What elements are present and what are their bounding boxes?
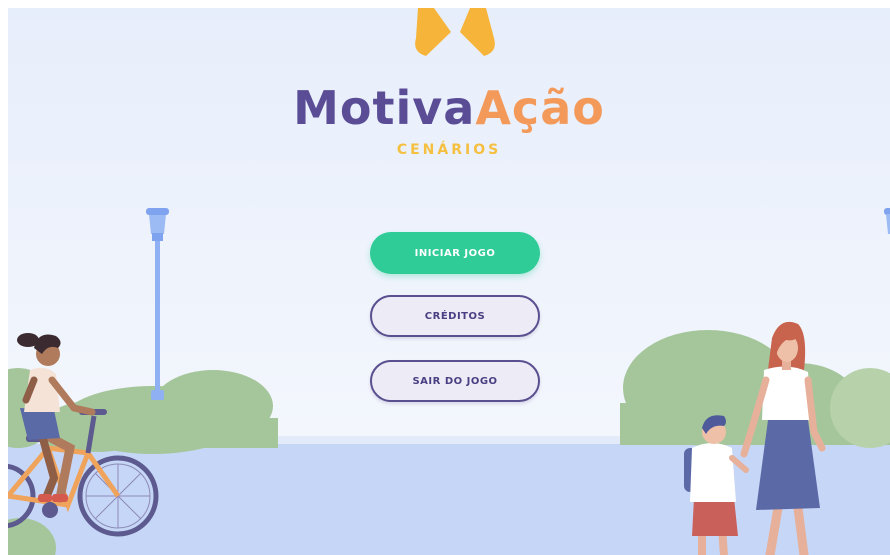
start-game-button[interactable]: INICIAR JOGO	[370, 232, 540, 274]
logo-mark-icon	[415, 8, 495, 56]
logo-text-motiva: Motiva	[293, 81, 476, 135]
bush-right	[620, 330, 890, 448]
street-lamp-right	[884, 208, 890, 234]
street-lamp-left	[146, 208, 169, 400]
exit-game-button[interactable]: SAIR DO JOGO	[370, 360, 540, 402]
game-logo: MotivaAção	[8, 80, 890, 136]
game-screen: MotivaAção CENÁRIOS INICIAR JOGO CRÉDITO…	[8, 8, 890, 555]
game-subtitle: CENÁRIOS	[396, 142, 502, 158]
logo-text-acao: Ação	[475, 81, 605, 135]
credits-button[interactable]: CRÉDITOS	[370, 295, 540, 337]
